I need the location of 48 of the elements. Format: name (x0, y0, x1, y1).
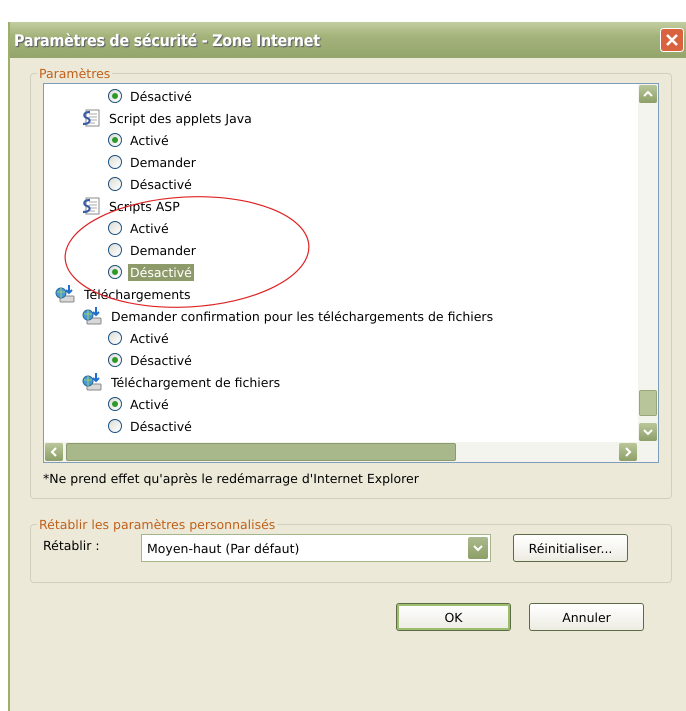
scroll-thumb[interactable] (639, 390, 657, 416)
option-label: Désactivé (129, 176, 193, 192)
radio-button[interactable] (108, 221, 122, 235)
radio-button[interactable] (108, 265, 122, 279)
reset-label: Rétablir : (43, 537, 101, 553)
scroll-right-icon[interactable] (619, 443, 637, 461)
restart-note: *Ne prend effet qu'après le redémarrage d'Internet Explorer (43, 470, 420, 488)
option-label: Désactivé (128, 264, 194, 280)
script-icon (81, 196, 101, 216)
radio-button[interactable] (108, 177, 122, 191)
option-label: Activé (129, 220, 170, 236)
ok-button[interactable]: OK (396, 603, 511, 631)
option-label: Activé (129, 330, 170, 346)
radio-button[interactable] (108, 419, 122, 433)
radio-button[interactable] (108, 353, 122, 367)
scroll-left-icon[interactable] (45, 443, 63, 461)
option-label: Demander (129, 242, 197, 258)
radio-button[interactable] (108, 133, 122, 147)
download-icon (81, 306, 103, 326)
radio-button[interactable] (108, 243, 122, 257)
option-label: Activé (129, 396, 170, 412)
option-label: Désactivé (129, 352, 193, 368)
radio-button[interactable] (108, 331, 122, 345)
radio-button[interactable] (108, 89, 122, 103)
setting-label: Téléchargement de fichiers (110, 374, 282, 390)
cancel-button[interactable]: Annuler (529, 603, 644, 631)
option-label: Désactivé (129, 418, 193, 434)
option-label: Activé (129, 132, 170, 148)
close-icon[interactable] (660, 28, 684, 52)
reset-button[interactable]: Réinitialiser... (513, 534, 628, 562)
scroll-up-icon[interactable] (639, 85, 657, 103)
setting-label: Demander confirmation pour les téléchargements de fichiers (110, 308, 494, 324)
group-title: Rétablir les paramètres personnalisés (38, 517, 276, 532)
scroll-thumb[interactable] (66, 443, 456, 461)
script-icon (81, 108, 101, 128)
download-icon (54, 284, 76, 304)
setting-label: Script des applets Java (108, 110, 253, 126)
window-title: Paramètres de sécurité - Zone Internet (14, 30, 320, 50)
horizontal-scrollbar[interactable] (44, 442, 658, 462)
vertical-scrollbar[interactable] (638, 84, 658, 442)
radio-button[interactable] (108, 155, 122, 169)
level-dropdown[interactable]: Moyen-haut (Par défaut) (141, 534, 491, 562)
option-label: Désactivé (129, 88, 193, 104)
group-title: Paramètres (38, 66, 112, 81)
radio-button[interactable] (108, 397, 122, 411)
download-icon (81, 372, 103, 392)
scroll-down-icon[interactable] (639, 423, 657, 441)
option-label: Demander (129, 154, 197, 170)
